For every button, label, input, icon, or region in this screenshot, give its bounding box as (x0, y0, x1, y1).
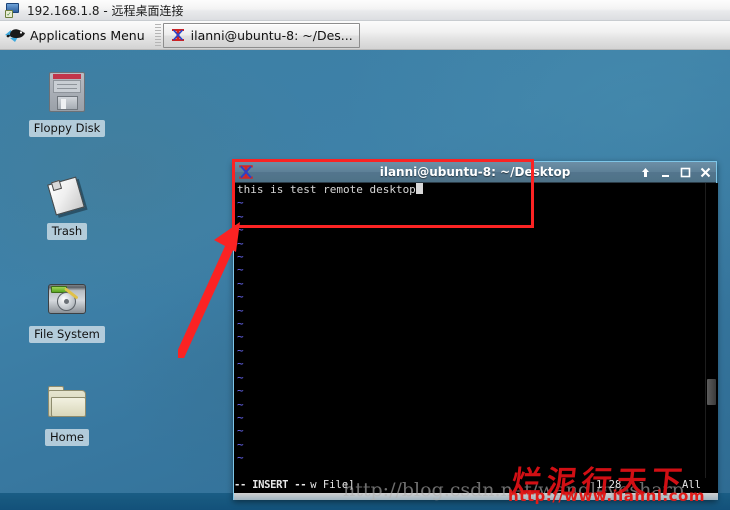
minimize-icon[interactable] (659, 166, 672, 179)
folder-icon (43, 378, 91, 426)
vim-status-bar: -- INSERT -- w File] 1,28 All (234, 478, 718, 493)
terminal-window-controls (639, 162, 712, 183)
vim-tilde-line: ~ (237, 410, 244, 424)
shade-up-icon[interactable] (639, 166, 652, 179)
close-icon[interactable] (699, 166, 712, 179)
vim-tilde-line: ~ (237, 236, 244, 250)
remote-desktop-window: ✓ 192.168.1.8 - 远程桌面连接 Applications Menu (0, 0, 730, 510)
vim-editor-area[interactable]: this is test remote desktop ~ ~ ~ ~ ~ ~ ~ ~ ~ ~ ~ ~… (234, 183, 718, 478)
vim-tilde-line: ~ (237, 303, 244, 317)
rdp-titlebar: ✓ 192.168.1.8 - 远程桌面连接 (0, 0, 730, 21)
taskbar-window-label: ilanni@ubuntu-8: ~/Des... (190, 27, 353, 43)
scrollbar-thumb[interactable] (707, 379, 716, 405)
vim-tilde-line: ~ (237, 370, 244, 384)
floppy-disk-icon (43, 69, 91, 117)
xterm-icon (170, 27, 186, 43)
vim-file-indicator: w File] (310, 479, 355, 491)
vim-tilde-line: ~ (237, 397, 244, 411)
desktop-icon-file-system[interactable]: File System (21, 275, 113, 343)
vim-tilde-line: ~ (237, 263, 244, 277)
desktop-icon-label: File System (29, 326, 105, 343)
terminal-scrollbar[interactable] (705, 183, 716, 478)
desktop-icon-trash[interactable]: Trash (21, 172, 113, 240)
vim-tilde-line: ~ (237, 209, 244, 223)
terminal-titlebar[interactable]: ilanni@ubuntu-8: ~/Desktop (234, 162, 716, 183)
taskbar-window-button[interactable]: ilanni@ubuntu-8: ~/Des... (162, 22, 360, 48)
vim-tilde-line: ~ (237, 276, 244, 290)
panel-separator (154, 24, 161, 46)
hard-disk-icon (43, 275, 91, 323)
vim-tilde-line: ~ (237, 357, 244, 371)
applications-menu-button[interactable]: Applications Menu (0, 22, 153, 49)
vim-tilde-line: ~ (237, 343, 244, 357)
desktop-icon-label: Floppy Disk (28, 120, 106, 137)
vim-tilde-line: ~ (237, 424, 244, 438)
vim-tilde-line: ~ (237, 290, 244, 304)
vim-cursor-position: 1,28 (596, 479, 622, 491)
rdp-title: 192.168.1.8 - 远程桌面连接 (27, 3, 184, 18)
xfce-mouse-icon (4, 26, 26, 44)
desktop-icon-home[interactable]: Home (21, 378, 113, 446)
vim-tilde-line: ~ (237, 317, 244, 331)
vim-tilde-line: ~ (237, 384, 244, 398)
trash-icon (43, 172, 91, 220)
terminal-window[interactable]: ilanni@ubuntu-8: ~/Desktop this is test … (233, 161, 718, 500)
maximize-icon[interactable] (679, 166, 692, 179)
vim-scroll-indicator: All (682, 479, 701, 491)
applications-menu-label: Applications Menu (30, 27, 145, 43)
vim-text-line: this is test remote desktop (234, 183, 718, 196)
vim-mode-indicator: -- INSERT -- (234, 479, 307, 491)
vim-tilde-line: ~ (237, 250, 244, 264)
vim-tilde-line: ~ (237, 223, 244, 237)
vim-tilde-line: ~ (237, 330, 244, 344)
vim-tilde-line: ~ (237, 196, 244, 210)
terminal-bottom-edge (234, 493, 718, 500)
remote-desktop-icon: ✓ (5, 3, 21, 18)
vim-tilde-line: ~ (237, 437, 244, 451)
text-cursor (415, 183, 423, 194)
desktop-icon-label: Trash (46, 223, 88, 240)
desktop-icon-label: Home (45, 429, 89, 446)
xfce-panel: Applications Menu ilanni@ubuntu-8: ~/Des… (0, 21, 730, 50)
vim-tilde-line: ~ (237, 451, 244, 465)
vim-line-text: this is test remote desktop (237, 183, 416, 196)
desktop-icon-floppy-disk[interactable]: Floppy Disk (21, 69, 113, 137)
xterm-icon (237, 163, 255, 181)
vim-tilde-lines: ~ ~ ~ ~ ~ ~ ~ ~ ~ ~ ~ ~ ~ ~ ~ ~ ~ ~ ~ ~ (234, 196, 718, 464)
